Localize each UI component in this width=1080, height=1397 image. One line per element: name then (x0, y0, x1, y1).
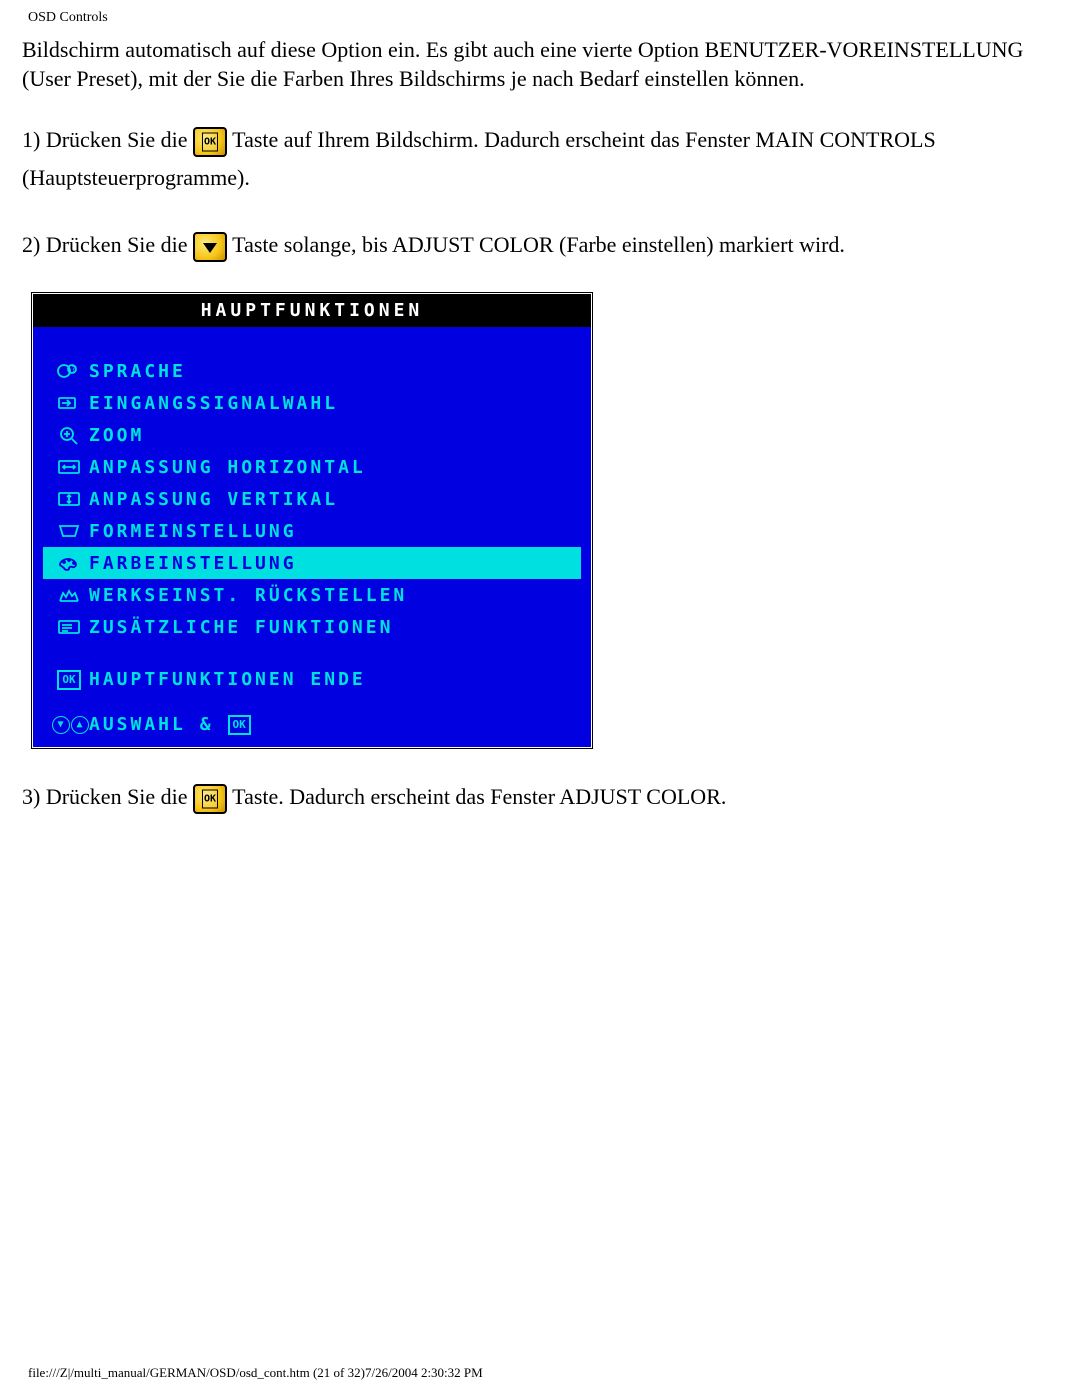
osd-item-label: ANPASSUNG VERTIKAL (89, 489, 338, 510)
osd-item-formeinstellung[interactable]: FORMEINSTELLUNG (43, 515, 581, 547)
horizontal-adjust-icon (49, 457, 89, 477)
shape-adjust-icon (49, 521, 89, 541)
osd-item-anpassung-horizontal[interactable]: ANPASSUNG HORIZONTAL (43, 451, 581, 483)
intro-paragraph: Bildschirm automatisch auf diese Option … (22, 36, 1058, 93)
osd-item-label: ZOOM (89, 425, 144, 446)
step-1-text-a: 1) Drücken Sie die (22, 127, 193, 152)
ok-button-icon (193, 784, 227, 814)
osd-ende-label: HAUPTFUNKTIONEN ENDE (89, 669, 366, 690)
footer-path: file:///Z|/multi_manual/GERMAN/OSD/osd_c… (28, 1365, 483, 1381)
osd-footer-label: AUSWAHL & (89, 714, 214, 735)
language-icon: ? (49, 361, 89, 381)
svg-text:?: ? (71, 365, 76, 374)
osd-item-eingangssignalwahl[interactable]: EINGANGSSIGNALWAHL (43, 387, 581, 419)
ok-button-icon (193, 127, 227, 157)
step-1: 1) Drücken Sie die Taste auf Ihrem Bilds… (22, 121, 1058, 196)
page-header: OSD Controls (28, 10, 1058, 26)
extra-functions-icon (49, 617, 89, 637)
osd-item-anpassung-vertikal[interactable]: ANPASSUNG VERTIKAL (43, 483, 581, 515)
osd-footer: ▼▲ AUSWAHL & OK (43, 704, 581, 743)
osd-body: ? SPRACHE EINGANGSSIGNALWAHL ZOOM ANPASS… (33, 327, 591, 747)
color-adjust-icon (49, 553, 89, 573)
osd-title: HAUPTFUNKTIONEN (33, 294, 591, 327)
vertical-adjust-icon (49, 489, 89, 509)
osd-item-zusatzliche-funktionen[interactable]: ZUSÄTZLICHE FUNKTIONEN (43, 611, 581, 643)
step-2-text-b: Taste solange, bis ADJUST COLOR (Farbe e… (232, 232, 845, 257)
osd-item-label: ZUSÄTZLICHE FUNKTIONEN (89, 617, 393, 638)
osd-item-label: FORMEINSTELLUNG (89, 521, 297, 542)
step-3-text-b: Taste. Dadurch erscheint das Fenster ADJ… (232, 784, 726, 809)
osd-item-sprache[interactable]: ? SPRACHE (43, 355, 581, 387)
step-3: 3) Drücken Sie die Taste. Dadurch ersche… (22, 778, 1058, 815)
osd-item-farbeinstellung[interactable]: FARBEINSTELLUNG (43, 547, 581, 579)
step-2: 2) Drücken Sie die Taste solange, bis AD… (22, 226, 1058, 263)
osd-panel: HAUPTFUNKTIONEN ? SPRACHE EINGANGSSIGNAL… (32, 293, 592, 748)
ok-box-icon: OK (228, 715, 251, 735)
osd-item-label: ANPASSUNG HORIZONTAL (89, 457, 366, 478)
step-2-text-a: 2) Drücken Sie die (22, 232, 193, 257)
step-3-text-a: 3) Drücken Sie die (22, 784, 193, 809)
osd-item-ende[interactable]: OK HAUPTFUNKTIONEN ENDE (43, 655, 581, 704)
factory-reset-icon (49, 585, 89, 605)
osd-item-label: FARBEINSTELLUNG (89, 553, 297, 574)
down-button-icon (193, 232, 227, 262)
zoom-icon (49, 425, 89, 445)
osd-item-label: EINGANGSSIGNALWAHL (89, 393, 338, 414)
osd-item-zoom[interactable]: ZOOM (43, 419, 581, 451)
ok-box-icon: OK (49, 670, 89, 690)
up-down-arrows-icon: ▼▲ (51, 716, 89, 734)
osd-item-label: SPRACHE (89, 361, 186, 382)
input-signal-icon (49, 393, 89, 413)
osd-item-werkseinst-ruckstellen[interactable]: WERKSEINST. RÜCKSTELLEN (43, 579, 581, 611)
osd-item-label: WERKSEINST. RÜCKSTELLEN (89, 585, 407, 606)
